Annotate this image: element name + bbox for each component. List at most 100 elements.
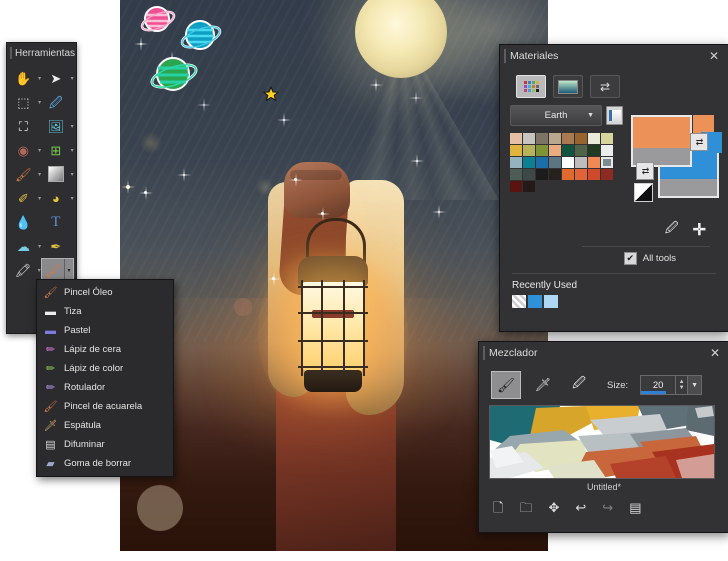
mask-visibility-tool[interactable]: ◉ bbox=[9, 139, 38, 161]
materials-panel[interactable]: Materiales ✕ ⇄ Earth ▼ ⇄ ⇄ 🖉 ✛ ✔ All too… bbox=[499, 44, 728, 332]
menu-item-tiza[interactable]: ▬ Tiza bbox=[37, 302, 173, 321]
color-swatch[interactable] bbox=[510, 157, 522, 168]
materials-action-row[interactable]: 🖉 ✛ bbox=[510, 219, 706, 241]
color-swatch[interactable] bbox=[575, 169, 587, 180]
color-swatch[interactable] bbox=[588, 145, 600, 156]
undo-icon[interactable]: ↩ bbox=[575, 501, 586, 514]
color-swatch-grid[interactable] bbox=[510, 133, 623, 192]
recent-swatch[interactable] bbox=[512, 295, 526, 308]
new-file-icon[interactable]: 🗋 bbox=[493, 501, 503, 514]
color-swatch[interactable] bbox=[523, 157, 535, 168]
size-stepper[interactable]: 20 ▲ ▼ ▼ bbox=[640, 375, 703, 395]
menu-item-goma-de-borrar[interactable]: ▰ Goma de borrar bbox=[37, 454, 173, 473]
mixer-panel[interactable]: Mezclador ✕ 🖌 🗡 🖉 Size: 20 ▲ ▼ ▼ Untitle… bbox=[478, 341, 728, 533]
clone-tool-chevron-down-icon[interactable]: ▾ bbox=[70, 115, 74, 137]
add-color-icon[interactable]: ✛ bbox=[693, 220, 706, 240]
color-swatch[interactable] bbox=[523, 181, 535, 192]
color-swatch[interactable] bbox=[588, 133, 600, 144]
menu-item-pincel-oleo[interactable]: 🖌 Pincel Óleo bbox=[37, 283, 173, 302]
perspective-grid-tool[interactable]: ⊞ bbox=[42, 139, 71, 161]
color-swatch[interactable] bbox=[601, 169, 613, 180]
crop-tool[interactable]: ⛶ bbox=[9, 115, 38, 137]
color-swatch[interactable] bbox=[575, 157, 587, 168]
color-sets-mode-button[interactable] bbox=[516, 75, 546, 98]
tool-row[interactable]: ⬚ ▾ 🖉 bbox=[9, 91, 74, 113]
black-white-reset-icon[interactable] bbox=[634, 183, 654, 202]
tool-row[interactable]: ◉ ▾ ⊞ ▾ bbox=[9, 139, 74, 161]
color-swatch[interactable] bbox=[536, 133, 548, 144]
color-swatch[interactable] bbox=[562, 145, 574, 156]
ink-drop-tool[interactable]: 💧 bbox=[9, 211, 38, 233]
color-swatch[interactable] bbox=[549, 157, 561, 168]
swap-colors-icon[interactable]: ⇄ bbox=[636, 162, 655, 180]
list-view-icon[interactable] bbox=[606, 106, 623, 125]
hand-tool[interactable]: ✋ bbox=[9, 67, 38, 89]
color-swatch[interactable] bbox=[562, 133, 574, 144]
redo-icon[interactable]: ↪ bbox=[602, 501, 613, 514]
color-swatch[interactable] bbox=[601, 133, 613, 144]
color-set-select[interactable]: Earth ▼ bbox=[510, 105, 602, 126]
primary-color-box[interactable] bbox=[631, 115, 693, 167]
color-swatch[interactable] bbox=[523, 145, 535, 156]
size-slider-bar[interactable] bbox=[641, 391, 666, 394]
close-icon[interactable]: ✕ bbox=[707, 346, 723, 360]
color-swatch[interactable] bbox=[536, 169, 548, 180]
menu-item-pincel-de-acuarela[interactable]: 🖌 Pincel de acuarela bbox=[37, 397, 173, 416]
size-input[interactable]: 20 bbox=[640, 375, 677, 395]
liquid-ink-tool[interactable]: 🖍 bbox=[9, 259, 37, 281]
gradients-mode-button[interactable] bbox=[553, 75, 583, 98]
color-swatch[interactable] bbox=[536, 157, 548, 168]
menu-item-pastel[interactable]: ▬ Pastel bbox=[37, 321, 173, 340]
pen-tool[interactable]: ✒ bbox=[42, 235, 71, 257]
all-tools-row[interactable]: ✔ All tools bbox=[510, 252, 676, 265]
shape-selection-tool[interactable]: ☁ bbox=[9, 235, 38, 257]
color-swatch[interactable] bbox=[562, 169, 574, 180]
mixer-brush-tool[interactable]: 🖌 bbox=[491, 371, 521, 399]
size-dropdown-chevron-down-icon[interactable]: ▼ bbox=[688, 375, 703, 395]
close-icon[interactable]: ✕ bbox=[706, 49, 722, 63]
color-swatch[interactable] bbox=[562, 157, 574, 168]
brush-variant-menu[interactable]: 🖌 Pincel Óleo ▬ Tiza ▬ Pastel ✏ Lápiz de… bbox=[36, 279, 174, 477]
mixer-dropper-tool[interactable]: 🖉 bbox=[565, 372, 593, 398]
recent-swatch[interactable] bbox=[544, 295, 558, 308]
color-swatch[interactable] bbox=[549, 145, 561, 156]
folder-icon[interactable]: 🗀 bbox=[519, 501, 532, 514]
selection-arrow-tool[interactable]: ➤ bbox=[42, 67, 71, 89]
color-swatch[interactable] bbox=[536, 145, 548, 156]
color-swatch[interactable] bbox=[523, 133, 535, 144]
tools-grid[interactable]: ✋ ▾ ➤ ▾ ⬚ ▾ 🖉 ⛶ 🖼 ▾ ◉ ▾ ⊞ ▾ 🖌 ▾ ▾ ✐ ▾ ◕ … bbox=[7, 63, 76, 285]
brush-tool[interactable]: 🖌 bbox=[9, 163, 38, 185]
color-swatch[interactable] bbox=[549, 133, 561, 144]
menu-item-difuminar[interactable]: ▤ Difuminar bbox=[37, 435, 173, 454]
color-preview-area[interactable]: ⇄ ⇄ bbox=[631, 105, 723, 209]
tool-row[interactable]: 💧 T bbox=[9, 211, 74, 233]
size-spinner-arrows[interactable]: ▲ ▼ bbox=[676, 375, 689, 395]
mixer-tool-row[interactable]: 🖌 🗡 🖉 Size: 20 ▲ ▼ ▼ bbox=[491, 371, 719, 399]
tool-row[interactable]: ☁ ▾ ✒ bbox=[9, 235, 74, 257]
paint-bucket-tool[interactable]: ◕ bbox=[42, 187, 71, 209]
recently-used-swatches[interactable] bbox=[512, 295, 718, 308]
color-swatch[interactable] bbox=[575, 145, 587, 156]
color-swatch[interactable] bbox=[588, 157, 600, 168]
swap-colors-icon[interactable]: ⇄ bbox=[690, 133, 709, 151]
tool-row[interactable]: ⛶ 🖼 ▾ bbox=[9, 115, 74, 137]
recent-swatch[interactable] bbox=[528, 295, 542, 308]
perspective-tool-chevron-down-icon[interactable]: ▾ bbox=[70, 139, 74, 161]
mixer-palette-knife-tool[interactable]: 🗡 bbox=[529, 372, 557, 398]
mixer-pad-canvas[interactable] bbox=[489, 405, 715, 479]
clone-tool[interactable]: 🖼 bbox=[42, 115, 71, 137]
color-swatch-selected[interactable] bbox=[601, 157, 613, 168]
dropper-tool[interactable]: 🖉 bbox=[42, 91, 71, 113]
color-dropper-icon[interactable]: 🖉 bbox=[665, 219, 679, 241]
menu-item-lapiz-de-cera[interactable]: ✏ Lápiz de cera bbox=[37, 340, 173, 359]
color-swatch[interactable] bbox=[575, 133, 587, 144]
color-swatch[interactable] bbox=[523, 169, 535, 180]
tool-row[interactable]: ✐ ▾ ◕ ▾ bbox=[9, 187, 74, 209]
mixer-bottom-toolbar[interactable]: 🗋 🗀 ✥ ↩ ↪ ▤ bbox=[493, 501, 719, 514]
color-swatch[interactable] bbox=[510, 169, 522, 180]
color-swatch[interactable] bbox=[588, 169, 600, 180]
list-menu-icon[interactable]: ▤ bbox=[629, 501, 641, 514]
menu-item-espatula[interactable]: 🗡 Espátula bbox=[37, 416, 173, 435]
tool-row[interactable]: 🖌 ▾ ▾ bbox=[9, 163, 74, 185]
menu-item-rotulador[interactable]: ✏ Rotulador bbox=[37, 378, 173, 397]
